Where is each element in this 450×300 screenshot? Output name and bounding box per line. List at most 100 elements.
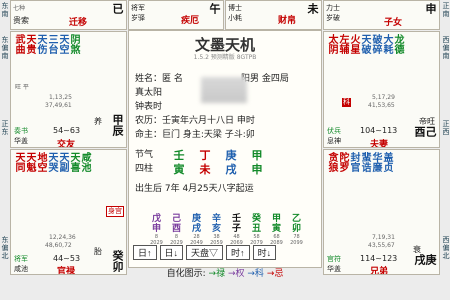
star-list: 贪狼 陀罗 封官 蜚诰 华廉 盖贞: [326, 152, 392, 172]
palace-name: 迁移: [69, 18, 88, 28]
dayun-g-6: 甲: [271, 214, 281, 224]
palace-caibo[interactable]: 博士 小耗 财帛 未: [225, 0, 322, 30]
dayun-3[interactable]: 辛亥 38 2059: [207, 214, 226, 246]
star-left_upper-2[interactable]: 天伤: [35, 34, 46, 54]
age-range-2: 43,55,67: [368, 242, 395, 249]
palace-name: 夫妻: [370, 140, 389, 148]
age-range-1: 7,19,31: [372, 234, 395, 241]
center-info-panel: 文墨天机 1.5.2 预测精版 8GTPB 姓名：匿 名 阳男 金四局 真太阳 …: [128, 30, 322, 279]
pan-select-button[interactable]: 天盘▽: [186, 245, 224, 260]
star-right_lower-1[interactable]: 陀罗: [337, 152, 348, 172]
star-brightness: 旺 平: [15, 84, 29, 91]
star-left_upper-3[interactable]: 三台: [46, 34, 57, 54]
decade-range: 54~63: [53, 126, 81, 135]
star-right_lower-2[interactable]: 封官: [348, 152, 359, 172]
palace-spirit: 奏书: [14, 127, 28, 135]
palace-name: 交友: [57, 140, 76, 148]
self-transform-legend: 自化图示: →禄 →权 →科 →忌: [129, 266, 321, 279]
legend-lu: →禄: [208, 269, 226, 279]
star-left_lower-6[interactable]: 咸池: [79, 152, 90, 172]
palace-jiaoyou[interactable]: 武曲 天贵 天伤 三台 天空 阴煞 旺 平 1,13,25 37,49,61 养 奏书 华…: [10, 31, 127, 148]
direction-top-right: 正南: [442, 2, 450, 18]
star-left_upper-5[interactable]: 阴煞: [68, 34, 79, 54]
direction-left-mid: 正东: [1, 120, 9, 136]
palace-spirit: 将军: [131, 4, 145, 12]
palace-jie[interactable]: 将军 岁驿 疾厄 午: [128, 0, 224, 30]
palace-fuqi[interactable]: 太阴 左辅 火星 天破 破碎 大耗 龙德 科 5,17,29 41,53,65 帝旺 伏兵 …: [323, 31, 440, 148]
palace-xiongdi[interactable]: 贪狼 陀罗 封官 蜚诰 华廉 盖贞 7,19,31 43,55,67 衰 官符 华盖 11…: [323, 149, 440, 275]
age-range-2: 48,60,72: [45, 242, 72, 249]
palace-spirit2: 岁驿: [131, 14, 145, 22]
dayun-5[interactable]: 癸丑 58 2079: [247, 214, 266, 246]
dayun-6[interactable]: 甲寅 68 2089: [267, 214, 286, 246]
star-right_upper-4[interactable]: 破碎: [370, 34, 381, 54]
lunar-date: 农历：壬寅年六月十八日 申时: [135, 116, 255, 126]
dayun-z-3: 亥: [211, 224, 221, 234]
age-range-2: 41,53,65: [368, 102, 395, 109]
star-left_upper-0[interactable]: 武曲: [13, 34, 24, 54]
dayun-2[interactable]: 庚戌 28 2049: [187, 214, 206, 246]
star-right_lower-5[interactable]: 盖贞: [381, 152, 392, 172]
star-left_upper-1[interactable]: 天贵: [24, 34, 35, 54]
star-left_lower-4[interactable]: 天副: [57, 152, 68, 172]
star-right_upper-6[interactable]: 龙德: [392, 34, 403, 54]
star-left_lower-5[interactable]: 天喜: [68, 152, 79, 172]
palace-zinv[interactable]: 力士 岁破 子女 申: [323, 0, 440, 30]
body-palace-tag: 身宫: [106, 206, 124, 217]
star-left_lower-0[interactable]: 天同: [13, 152, 24, 172]
dayun-y-7: 2099: [290, 240, 303, 246]
hour-next-button[interactable]: 时↓: [252, 245, 277, 260]
direction-top-left: 东南: [1, 2, 9, 18]
star-left_lower-3[interactable]: 天哭: [46, 152, 57, 172]
dayun-g-0: 戊: [151, 214, 161, 224]
dayun-z-1: 酉: [171, 224, 181, 234]
day-prev-button[interactable]: 日↑: [133, 245, 157, 260]
direction-right-lower: 西偏北: [442, 236, 450, 260]
star-right_lower-3[interactable]: 蜚诰: [359, 152, 370, 172]
hour-prev-button[interactable]: 时↑: [226, 245, 250, 260]
dayun-z-5: 丑: [251, 224, 261, 234]
decade-range: 44~53: [53, 254, 81, 263]
star-left_upper-4[interactable]: 天空: [57, 34, 68, 54]
star-right_upper-3[interactable]: 天破: [359, 34, 370, 54]
palace-spirit: 官符: [327, 255, 341, 263]
dayun-0[interactable]: 戊申 8 2029: [147, 214, 166, 246]
day-next-button[interactable]: 日↓: [159, 245, 184, 260]
star-right_upper-1[interactable]: 左辅: [337, 34, 348, 54]
dayun-g-2: 庚: [191, 214, 201, 224]
ming-shen-zhu: 命主：巨门 身主:天梁 子斗:卯: [135, 130, 255, 140]
palace-qianyi[interactable]: 七种 贵索 迁移 已: [10, 0, 127, 30]
palace-guanlu[interactable]: 天同 天魁 地空 天哭 天副 天喜 咸池 身宫 12,24,36 48,60,72 胎 将军…: [10, 149, 127, 275]
palace-ganzhi: 癸卯: [111, 250, 124, 272]
dayun-7[interactable]: 乙卯 78 2099: [287, 214, 306, 246]
pillar-zhi-0: 寅: [173, 163, 185, 176]
star-left_lower-1[interactable]: 天魁: [24, 152, 35, 172]
star-left_lower-2[interactable]: 地空: [35, 152, 46, 172]
pillar-1: 丁未: [195, 149, 215, 177]
star-right_upper-5[interactable]: 大耗: [381, 34, 392, 54]
legend-ji: →忌: [266, 269, 284, 279]
star-right_upper-0[interactable]: 太阴: [326, 34, 337, 54]
palace-name: 官禄: [57, 267, 76, 275]
direction-right-mid: 正西: [442, 120, 450, 136]
dayun-z-0: 申: [151, 224, 161, 234]
gender-bureau: 阳男 金四局: [241, 74, 289, 84]
palace-spirit: 博士: [228, 4, 242, 12]
star-right_lower-0[interactable]: 贪狼: [326, 152, 337, 172]
star-right_upper-2[interactable]: 火星: [348, 34, 359, 54]
age-range-1: 5,17,29: [372, 94, 395, 101]
dayun-1[interactable]: 己酉 8 2029: [167, 214, 186, 246]
pillar-gan-3: 甲: [251, 149, 263, 162]
direction-left-upper: 东偏南: [1, 36, 9, 60]
star-list: 天同 天魁 地空 天哭 天副 天喜 咸池: [13, 152, 90, 172]
pillar-0: 壬寅: [169, 149, 189, 177]
life-stage: 胎: [94, 247, 102, 256]
dayun-z-4: 子: [231, 224, 241, 234]
dayun-4[interactable]: 壬子 48 2069: [227, 214, 246, 246]
star-list: 武曲 天贵 天伤 三台 天空 阴煞: [13, 34, 79, 54]
palace-spirit2: 息神: [327, 137, 341, 145]
decade-range: 114~123: [360, 254, 398, 263]
star-right_lower-4[interactable]: 华廉: [370, 152, 381, 172]
palace-name: 财帛: [278, 16, 297, 26]
palace-ganzhi: 午: [208, 3, 221, 14]
